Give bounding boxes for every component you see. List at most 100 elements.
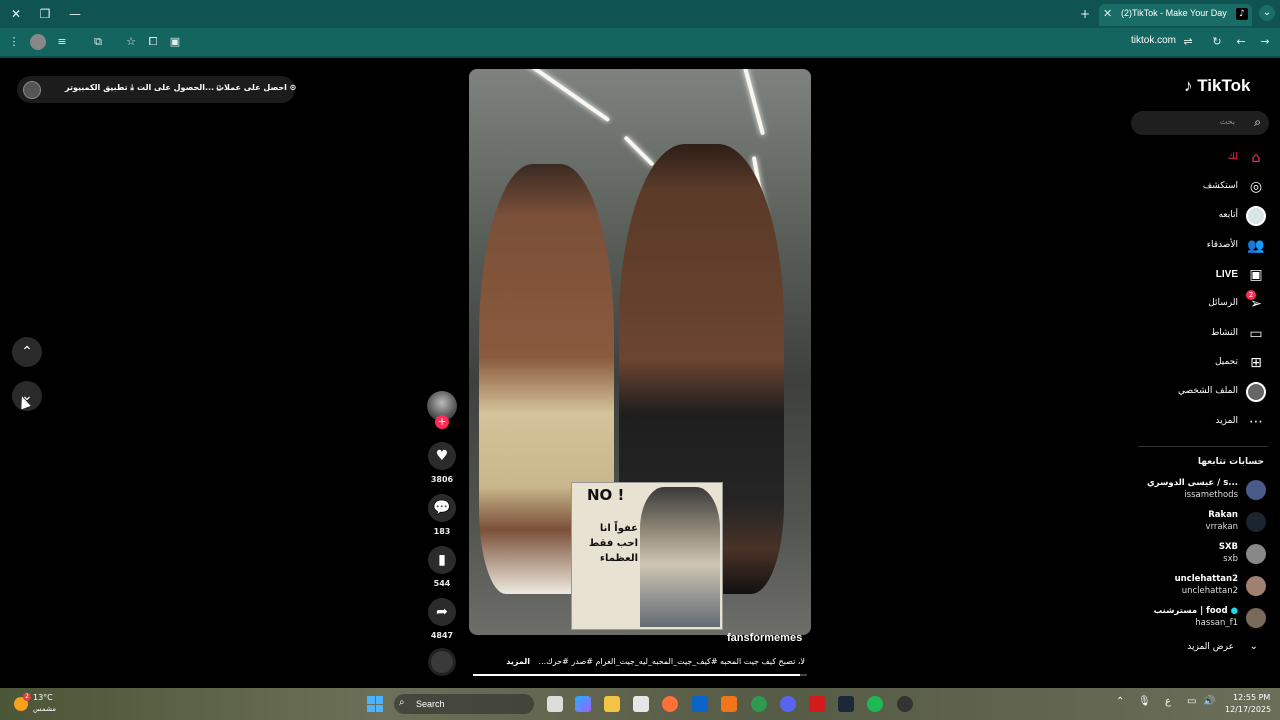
nav-item-friends[interactable]: الأصدقاء 👥 [1140, 234, 1270, 258]
caption-more-button[interactable]: المزيد [506, 657, 530, 666]
nav-item-activity[interactable]: النشاط ▭ [1140, 322, 1270, 346]
chrome-icon[interactable] [751, 696, 767, 712]
sound-disc-icon[interactable] [428, 648, 456, 676]
ceiling-light [743, 69, 765, 136]
nav-label: النشاط [1210, 328, 1238, 338]
see-more-button[interactable]: عرض المزيد ⌄ [1140, 641, 1264, 655]
browser-tab-strip: ✕ ❐ — + ✕ (2)TikTok - Make Your Day ♪ ⌄ [0, 0, 1280, 28]
weather-temp: 13°C [33, 693, 53, 702]
windows-start-icon[interactable] [367, 696, 383, 712]
tab-search-icon[interactable]: ⧠ [145, 34, 161, 50]
video-progress-bar[interactable] [473, 674, 807, 676]
nav-item-for-you[interactable]: لك ⌂ [1140, 146, 1270, 170]
media-icon[interactable]: ≡ [54, 34, 70, 50]
like-action[interactable]: ♥ 3806 [428, 442, 456, 484]
tab-close-icon[interactable]: ✕ [1103, 7, 1112, 20]
video-player[interactable]: NO ! عفواً انا احب فقط العظماء [469, 69, 811, 635]
spotify-icon[interactable] [867, 696, 883, 712]
bookmark-star-icon[interactable]: ☆ [123, 34, 139, 50]
app-icon[interactable] [809, 696, 825, 712]
nav-item-profile[interactable]: الملف الشخصي [1140, 380, 1270, 404]
menu-icon[interactable]: ⋮ [6, 34, 22, 50]
taskbar-search[interactable]: ⌕ Search [394, 694, 534, 714]
share-icon[interactable]: ➦ [428, 598, 456, 626]
back-icon[interactable]: ← [1233, 34, 1249, 50]
home-icon: ⌂ [1251, 150, 1261, 166]
mic-icon[interactable]: 🎙 [1138, 696, 1151, 707]
app-icon[interactable] [721, 696, 737, 712]
tiktok-logo[interactable]: ♪ TikTok [1184, 76, 1250, 96]
language-indicator[interactable]: ع [1165, 696, 1171, 707]
video-progress-fill [473, 674, 801, 676]
clock-time[interactable]: 12:55 PM [1233, 693, 1270, 702]
caption-text: لا، تصبح كيف جيت المحبه #كيف_جيت_المحبه_… [538, 657, 805, 666]
forward-icon[interactable]: → [1257, 34, 1273, 50]
following-account[interactable]: Rakan vrrakan [1140, 508, 1270, 536]
heart-icon[interactable]: ♥ [428, 442, 456, 470]
account-avatar [1246, 512, 1266, 532]
account-handle: vrrakan [1205, 522, 1238, 532]
following-account[interactable]: عيسى الدوسري / s... issamethods [1140, 476, 1270, 504]
tab-list-icon[interactable]: ⌄ [1259, 5, 1275, 21]
clock-date[interactable]: 12/17/2025 [1225, 705, 1271, 714]
meme-caption-no: NO ! [587, 486, 625, 504]
bookmark-icon[interactable]: ▮ [428, 546, 456, 574]
meme-image: NO ! عفواً انا احب فقط العظماء [571, 482, 723, 630]
extensions-icon[interactable]: ⧉ [90, 34, 106, 50]
volume-icon[interactable]: 🔊 [1203, 696, 1215, 707]
new-tab-icon[interactable]: + [1077, 6, 1093, 22]
account-handle: sxb [1223, 554, 1238, 564]
following-account[interactable]: unclehattan2 unclehattan2 [1140, 572, 1270, 600]
nav-item-messages[interactable]: الرسائل ➢ 2 [1140, 290, 1270, 316]
nav-item-more[interactable]: المزيد ⋯ [1140, 410, 1270, 434]
comment-icon[interactable]: 💬 [428, 494, 456, 522]
nav-item-upload[interactable]: تحميل ⊞ [1140, 351, 1270, 375]
get-coins-link[interactable]: احصل على عملات ⊙ [216, 83, 296, 92]
active-tab[interactable]: ✕ (2)TikTok - Make Your Day ♪ [1099, 4, 1252, 26]
minimize-icon[interactable]: — [67, 6, 83, 22]
weather-desc: مشمس [33, 705, 56, 713]
task-view-icon[interactable] [547, 696, 563, 712]
video-author[interactable]: fansformemes [727, 632, 802, 644]
split-view-icon[interactable]: ▣ [167, 34, 183, 50]
search-icon: ⌕ [399, 697, 405, 708]
following-account[interactable]: SXB sxb [1140, 540, 1270, 568]
pc-app-link[interactable]: تطبيق الكمبيوتر ⤓ [65, 83, 134, 93]
account-avatar [1246, 576, 1266, 596]
reload-icon[interactable]: ↻ [1209, 34, 1225, 50]
save-action[interactable]: ▮ 544 [428, 546, 456, 588]
search-input[interactable]: بحث ⌕ [1131, 111, 1269, 135]
page-top-border [0, 56, 1280, 58]
profile-icon[interactable] [30, 34, 46, 50]
close-icon[interactable]: ✕ [8, 6, 24, 22]
nav-item-explore[interactable]: استكشف ◎ [1140, 175, 1270, 199]
nav-label: الأصدقاء [1206, 240, 1238, 250]
nav-item-following[interactable]: أتابعه [1140, 204, 1270, 228]
get-app-link[interactable]: الحصول على الت... ▯ [137, 83, 221, 92]
nav-item-live[interactable]: LIVE ▣ [1140, 263, 1270, 287]
like-count: 3806 [430, 475, 454, 484]
file-explorer-icon[interactable] [604, 696, 620, 712]
follow-plus-icon[interactable]: + [435, 415, 449, 429]
copilot-icon[interactable] [575, 696, 591, 712]
firefox-icon[interactable] [662, 696, 678, 712]
discord-icon[interactable] [780, 696, 796, 712]
restore-icon[interactable]: ❐ [37, 6, 53, 22]
user-avatar[interactable] [23, 81, 41, 99]
app-icon[interactable] [897, 696, 913, 712]
share-action[interactable]: ➦ 4847 [428, 598, 456, 640]
previous-video-button[interactable]: ⌃ [12, 337, 42, 367]
search-icon[interactable]: ⌕ [1254, 115, 1261, 130]
outlook-icon[interactable] [692, 696, 708, 712]
explore-icon: ◎ [1249, 179, 1263, 195]
steam-icon[interactable] [838, 696, 854, 712]
network-icon[interactable]: ▭ [1187, 696, 1196, 707]
store-icon[interactable] [633, 696, 649, 712]
more-icon: ⋯ [1249, 414, 1263, 430]
comment-action[interactable]: 💬 183 [428, 494, 456, 536]
tray-chevron-icon[interactable]: ⌃ [1116, 696, 1124, 707]
following-account[interactable]: مسترشنب | food ● hassan_f1 [1140, 604, 1270, 632]
address-bar[interactable]: tiktok.com [1131, 35, 1176, 46]
site-settings-icon[interactable]: ⇌ [1180, 34, 1196, 50]
taskbar-search-label: Search [416, 699, 445, 709]
